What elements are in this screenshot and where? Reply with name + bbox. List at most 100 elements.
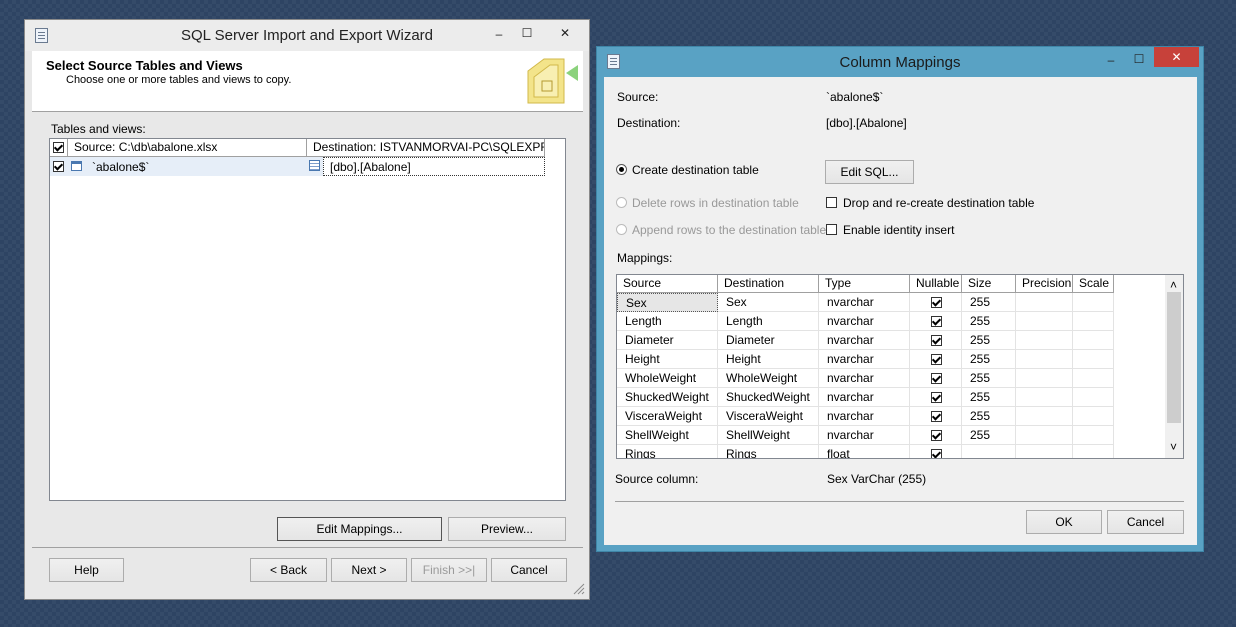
- mapping-cell-scale[interactable]: [1073, 350, 1114, 369]
- mapping-cell-destination[interactable]: Height: [718, 350, 819, 369]
- nullable-checkbox[interactable]: [931, 297, 942, 308]
- mapping-cell-nullable[interactable]: [910, 388, 962, 407]
- back-button[interactable]: < Back: [250, 558, 327, 582]
- scroll-down-arrow[interactable]: ˅: [1170, 440, 1177, 454]
- maximize-button[interactable]: ☐: [515, 23, 539, 43]
- destination-column-header[interactable]: Destination: ISTVANMORVAI-PC\SQLEXPRE...: [307, 139, 545, 157]
- mapping-cell-precision[interactable]: [1016, 331, 1073, 350]
- mapping-cell-scale[interactable]: [1073, 312, 1114, 331]
- mapping-cell-size[interactable]: 255: [962, 407, 1016, 426]
- mapping-cell-destination[interactable]: ShellWeight: [718, 426, 819, 445]
- nullable-checkbox[interactable]: [931, 430, 942, 441]
- identity-insert-label[interactable]: Enable identity insert: [843, 223, 954, 237]
- mapping-cell-nullable[interactable]: [910, 312, 962, 331]
- mapping-cell-destination[interactable]: Length: [718, 312, 819, 331]
- finish-button[interactable]: Finish >>|: [411, 558, 487, 582]
- append-rows-label[interactable]: Append rows to the destination table: [632, 223, 826, 237]
- help-button[interactable]: Help: [49, 558, 124, 582]
- row-destination-field[interactable]: [dbo].[Abalone]: [323, 157, 545, 176]
- wizard-titlebar[interactable]: SQL Server Import and Export Wizard – ☐ …: [25, 20, 589, 51]
- mapping-cancel-button[interactable]: Cancel: [1107, 510, 1184, 534]
- nullable-checkbox[interactable]: [931, 354, 942, 365]
- mapping-cell-scale[interactable]: [1073, 369, 1114, 388]
- scroll-up-arrow[interactable]: ˄: [1170, 278, 1177, 292]
- mapping-cell-nullable[interactable]: [910, 407, 962, 426]
- mapping-cell-type[interactable]: float: [819, 445, 910, 458]
- select-all-checkbox[interactable]: [53, 142, 64, 153]
- mapping-cell-scale[interactable]: [1073, 331, 1114, 350]
- mapping-cell-destination[interactable]: Sex: [718, 293, 819, 312]
- mapping-close-button[interactable]: ✕: [1154, 47, 1199, 67]
- mapping-cell-destination[interactable]: ShuckedWeight: [718, 388, 819, 407]
- mapping-minimize-button[interactable]: –: [1099, 50, 1123, 70]
- mapping-maximize-button[interactable]: ☐: [1127, 49, 1151, 69]
- scrollbar-thumb[interactable]: [1167, 292, 1181, 423]
- nullable-checkbox[interactable]: [931, 335, 942, 346]
- append-rows-radio[interactable]: [616, 224, 627, 235]
- mapping-cell-precision[interactable]: [1016, 445, 1073, 458]
- drop-recreate-checkbox[interactable]: [826, 197, 837, 208]
- column-header-size[interactable]: Size: [962, 275, 1016, 293]
- mapping-cell-destination[interactable]: VisceraWeight: [718, 407, 819, 426]
- nullable-checkbox[interactable]: [931, 316, 942, 327]
- mapping-cell-precision[interactable]: [1016, 388, 1073, 407]
- delete-rows-label[interactable]: Delete rows in destination table: [632, 196, 799, 210]
- mapping-cell-scale[interactable]: [1073, 293, 1114, 312]
- mapping-cell-precision[interactable]: [1016, 312, 1073, 331]
- mapping-cell-scale[interactable]: [1073, 407, 1114, 426]
- mapping-cell-precision[interactable]: [1016, 293, 1073, 312]
- mapping-cell-destination[interactable]: Diameter: [718, 331, 819, 350]
- mapping-cell-size[interactable]: 255: [962, 293, 1016, 312]
- mapping-cell-size[interactable]: [962, 445, 1016, 458]
- edit-mappings-button[interactable]: Edit Mappings...: [277, 517, 442, 541]
- column-header-source[interactable]: Source: [617, 275, 718, 293]
- mapping-cell-precision[interactable]: [1016, 407, 1073, 426]
- table-row-checkbox[interactable]: [53, 161, 64, 172]
- column-header-nullable[interactable]: Nullable: [910, 275, 962, 293]
- mapping-cell-size[interactable]: 255: [962, 350, 1016, 369]
- mapping-titlebar[interactable]: Column Mappings – ☐ ✕: [597, 47, 1203, 76]
- mapping-cell-size[interactable]: 255: [962, 312, 1016, 331]
- mapping-cell-nullable[interactable]: [910, 293, 962, 312]
- mapping-cell-destination[interactable]: WholeWeight: [718, 369, 819, 388]
- mapping-cell-nullable[interactable]: [910, 426, 962, 445]
- mapping-cell-precision[interactable]: [1016, 369, 1073, 388]
- nullable-checkbox[interactable]: [931, 392, 942, 403]
- delete-rows-radio[interactable]: [616, 197, 627, 208]
- close-button[interactable]: ✕: [543, 23, 587, 43]
- resize-grip-icon[interactable]: [571, 581, 585, 595]
- mapping-cell-precision[interactable]: [1016, 426, 1073, 445]
- nullable-checkbox[interactable]: [931, 411, 942, 422]
- mapping-cell-scale[interactable]: [1073, 445, 1114, 458]
- mapping-cell-precision[interactable]: [1016, 350, 1073, 369]
- mapping-cell-type[interactable]: nvarchar: [819, 331, 910, 350]
- mapping-cell-size[interactable]: 255: [962, 388, 1016, 407]
- ok-button[interactable]: OK: [1026, 510, 1102, 534]
- identity-insert-checkbox[interactable]: [826, 224, 837, 235]
- column-header-precision[interactable]: Precision: [1016, 275, 1073, 293]
- column-header-scale[interactable]: Scale: [1073, 275, 1114, 293]
- mapping-cell-type[interactable]: nvarchar: [819, 350, 910, 369]
- mapping-cell-type[interactable]: nvarchar: [819, 312, 910, 331]
- mapping-cell-type[interactable]: nvarchar: [819, 369, 910, 388]
- mapping-cell-type[interactable]: nvarchar: [819, 407, 910, 426]
- mapping-cell-nullable[interactable]: [910, 445, 962, 458]
- mapping-cell-type[interactable]: nvarchar: [819, 426, 910, 445]
- create-table-radio[interactable]: [616, 164, 627, 175]
- column-header-type[interactable]: Type: [819, 275, 910, 293]
- mapping-cell-type[interactable]: nvarchar: [819, 388, 910, 407]
- nullable-checkbox[interactable]: [931, 449, 942, 458]
- mappings-scrollbar[interactable]: ˄ ˅: [1165, 275, 1183, 458]
- source-column-header[interactable]: Source: C:\db\abalone.xlsx: [68, 139, 307, 157]
- mapping-cell-size[interactable]: 255: [962, 331, 1016, 350]
- next-button[interactable]: Next >: [331, 558, 407, 582]
- mapping-cell-nullable[interactable]: [910, 350, 962, 369]
- mapping-cell-type[interactable]: nvarchar: [819, 293, 910, 312]
- mapping-cell-scale[interactable]: [1073, 426, 1114, 445]
- column-header-destination[interactable]: Destination: [718, 275, 819, 293]
- mapping-cell-size[interactable]: 255: [962, 369, 1016, 388]
- mapping-cell-nullable[interactable]: [910, 369, 962, 388]
- minimize-button[interactable]: –: [487, 24, 511, 44]
- drop-recreate-label[interactable]: Drop and re-create destination table: [843, 196, 1034, 210]
- cancel-button[interactable]: Cancel: [491, 558, 567, 582]
